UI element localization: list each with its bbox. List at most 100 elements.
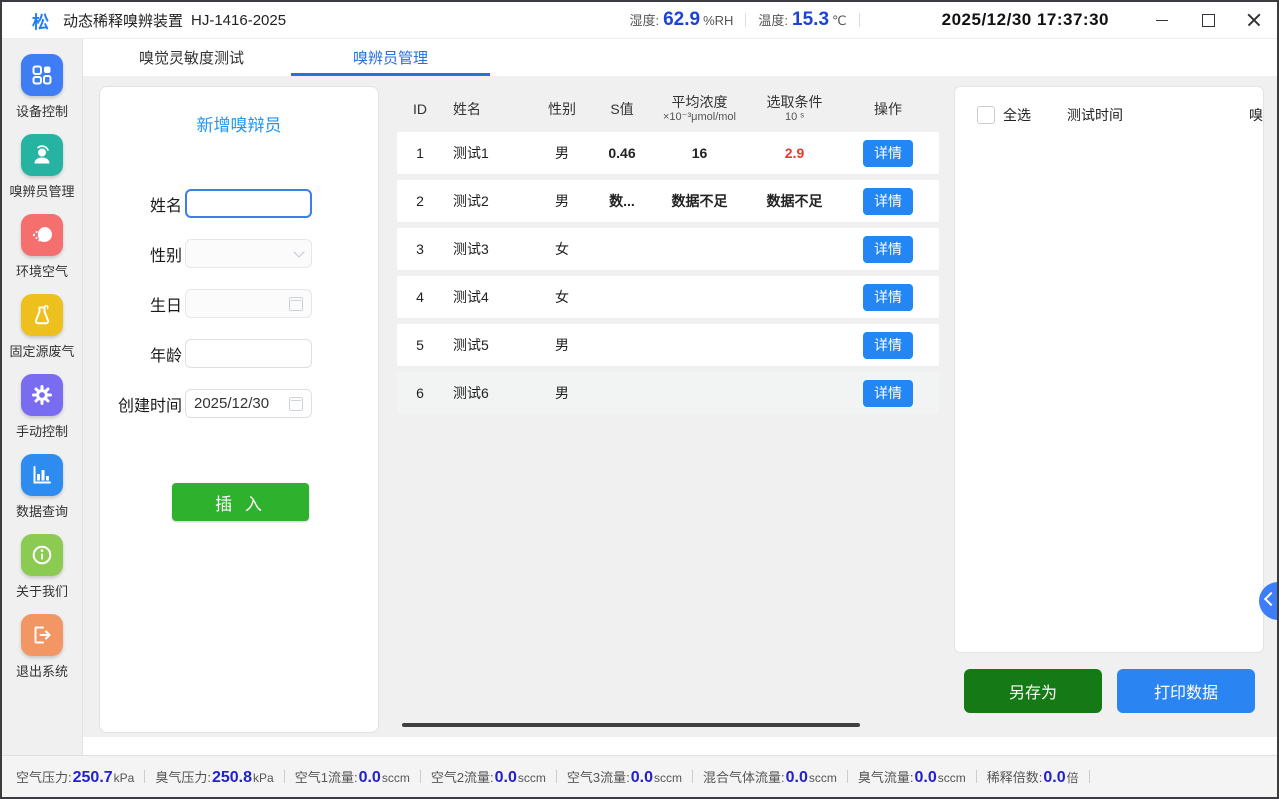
maximize-button[interactable] (1185, 2, 1231, 38)
flask-icon (21, 294, 63, 336)
table-header-row: ID 姓名 性别 S值 平均浓度×10⁻³μmol/mol 选取条件10 ˢ 操… (397, 86, 939, 132)
cell-gender: 女 (527, 287, 597, 307)
divider (692, 770, 693, 783)
divider (420, 770, 421, 783)
olfactory-threshold-header: 嗅觉阈 (1249, 105, 1264, 125)
minimize-icon (1156, 20, 1168, 21)
header-id: ID (397, 101, 443, 117)
table-row: 5 测试5 男 详情 (397, 324, 939, 366)
cell-s-value: 数... (597, 191, 647, 211)
humidity-unit: %RH (703, 13, 733, 28)
sidebar-label: 嗅辨员管理 (9, 181, 74, 200)
close-icon (1247, 13, 1261, 27)
gender-select[interactable] (185, 239, 312, 268)
sidebar-label: 设备控制 (16, 101, 68, 120)
sniff-icon (21, 214, 63, 256)
tab-sensitivity-test[interactable]: 嗅觉灵敏度测试 (92, 39, 291, 76)
divider (745, 13, 746, 27)
sidebar-item-data-query[interactable]: 数据查询 (16, 454, 68, 520)
table-row: 6 测试6 男 详情 (397, 372, 939, 414)
detail-button[interactable]: 详情 (863, 140, 913, 167)
sidebar-item-stationary-source-gas[interactable]: 固定源废气 (9, 294, 74, 360)
status-bar: 空气压力:250.7kPa 臭气压力:250.8kPa 空气1流量:0.0scc… (2, 755, 1277, 797)
calendar-icon (289, 297, 303, 311)
detail-button[interactable]: 详情 (863, 236, 913, 263)
cell-condition: 数据不足 (752, 191, 837, 211)
status-air-pressure: 空气压力:250.7kPa (16, 767, 134, 787)
divider (284, 770, 285, 783)
cell-gender: 男 (527, 191, 597, 211)
cell-id: 6 (397, 385, 443, 401)
cell-id: 2 (397, 193, 443, 209)
chevron-down-icon (293, 246, 304, 257)
temperature-readout: 温度: 15.3 ℃ (758, 9, 846, 31)
print-data-button[interactable]: 打印数据 (1117, 669, 1255, 713)
results-header-row: 全选 测试时间 嗅觉阈 (955, 105, 1263, 125)
cell-id: 1 (397, 145, 443, 161)
sidebar-label: 固定源废气 (9, 341, 74, 360)
sidebar-item-manual-control[interactable]: 手动控制 (16, 374, 68, 440)
sidebar-item-about-us[interactable]: 关于我们 (16, 534, 68, 600)
save-as-button[interactable]: 另存为 (964, 669, 1102, 713)
created-time-label: 创建时间 (118, 392, 182, 416)
detail-button[interactable]: 详情 (863, 332, 913, 359)
insert-button[interactable]: 插 入 (172, 483, 309, 521)
divider (859, 13, 860, 27)
datetime-display: 2025/12/30 17:37:30 (942, 10, 1109, 30)
cell-id: 3 (397, 241, 443, 257)
temperature-label: 温度: (758, 10, 788, 29)
sidebar-label: 退出系统 (16, 661, 68, 680)
cell-name: 测试6 (443, 383, 527, 403)
detail-button[interactable]: 详情 (863, 380, 913, 407)
exit-icon (21, 614, 63, 656)
header-gender: 性别 (527, 99, 597, 119)
age-field[interactable] (185, 339, 312, 368)
humidity-value: 62.9 (663, 9, 700, 31)
select-all-checkbox[interactable] (977, 106, 995, 124)
humidity-label: 湿度: (629, 10, 659, 29)
divider (144, 770, 145, 783)
cell-gender: 男 (527, 335, 597, 355)
status-odor-flow: 臭气流量:0.0sccm (858, 767, 966, 787)
close-button[interactable] (1231, 2, 1277, 38)
app-window: 松 动态稀释嗅辨装置 HJ-1416-2025 湿度: 62.9 %RH 温度:… (0, 0, 1279, 799)
status-dilution-factor: 稀释倍数:0.0倍 (987, 767, 1079, 787)
detail-button[interactable]: 详情 (863, 188, 913, 215)
divider (976, 770, 977, 783)
tab-panelist-management[interactable]: 嗅辨员管理 (291, 39, 490, 76)
header-name: 姓名 (443, 99, 527, 119)
status-mixed-gas-flow: 混合气体流量:0.0sccm (703, 767, 837, 787)
panelist-table: ID 姓名 性别 S值 平均浓度×10⁻³μmol/mol 选取条件10 ˢ 操… (397, 86, 939, 735)
cell-s-value: 0.46 (597, 145, 647, 161)
select-all-label: 全选 (1003, 105, 1031, 125)
created-time-field[interactable]: 2025/12/30 (185, 389, 312, 418)
cell-name: 测试3 (443, 239, 527, 259)
bar-chart-icon (21, 454, 63, 496)
cell-avg: 数据不足 (647, 191, 752, 211)
calendar-icon (289, 397, 303, 411)
grid-icon (21, 54, 63, 96)
status-odor-pressure: 臭气压力:250.8kPa (155, 767, 273, 787)
name-field[interactable] (185, 189, 312, 218)
minimize-button[interactable] (1139, 2, 1185, 38)
divider (847, 770, 848, 783)
info-icon (21, 534, 63, 576)
age-label: 年龄 (150, 342, 182, 366)
header-selection-condition: 选取条件10 ˢ (752, 94, 837, 124)
sidebar-item-device-control[interactable]: 设备控制 (16, 54, 68, 120)
panelist-icon (21, 134, 63, 176)
sidebar-item-ambient-air[interactable]: 环境空气 (16, 214, 68, 280)
temperature-unit: ℃ (832, 13, 847, 29)
cell-name: 测试2 (443, 191, 527, 211)
sidebar-item-exit-system[interactable]: 退出系统 (16, 614, 68, 680)
detail-button[interactable]: 详情 (863, 284, 913, 311)
birthday-field[interactable] (185, 289, 312, 318)
sidebar-label: 数据查询 (16, 501, 68, 520)
sidebar-nav: 设备控制 嗅辨员管理 环境空气 固定源废气 手动控制 (2, 39, 83, 755)
maximize-icon (1202, 14, 1215, 27)
status-air3-flow: 空气3流量:0.0sccm (567, 767, 682, 787)
created-time-value: 2025/12/30 (194, 395, 269, 412)
app-logo: 松 (32, 8, 49, 33)
sidebar-item-panelist-management[interactable]: 嗅辨员管理 (9, 134, 74, 200)
horizontal-scrollbar[interactable] (402, 723, 860, 727)
